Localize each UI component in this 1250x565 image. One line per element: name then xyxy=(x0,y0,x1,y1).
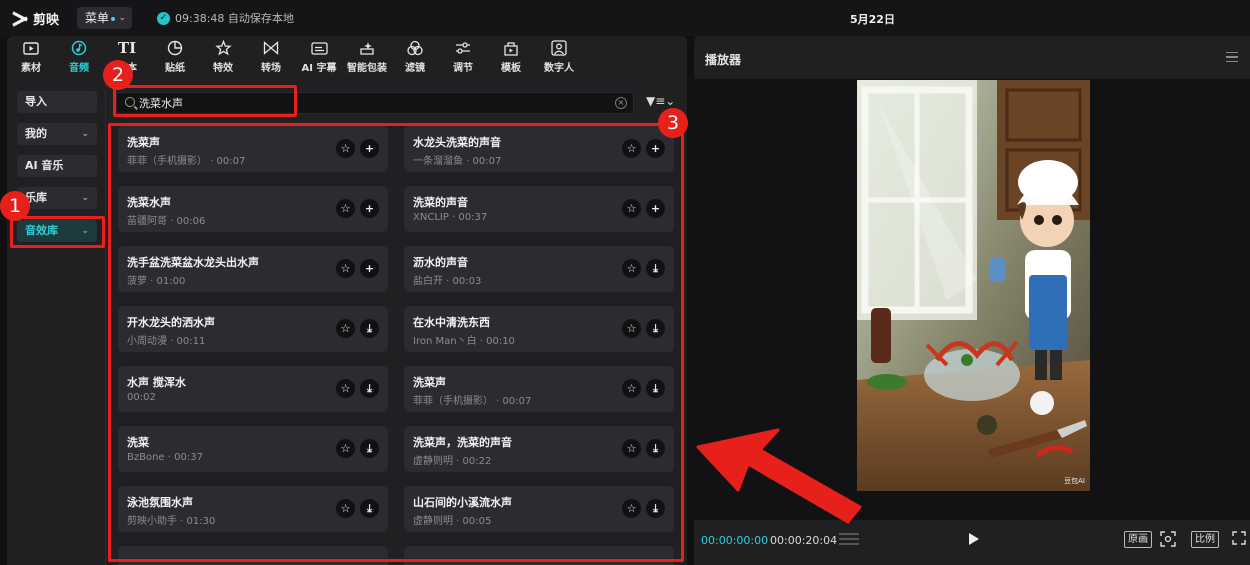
tab-label: 贴纸 xyxy=(165,63,185,74)
highlight-box-sound-library xyxy=(10,216,105,248)
sidebar-item-label: 导入 xyxy=(25,95,47,108)
menu-button[interactable]: 菜单 ⌄ xyxy=(77,7,132,29)
adjust-icon xyxy=(454,40,472,56)
sidebar-item-import[interactable]: 导入 xyxy=(17,91,97,113)
ai-subtitle-icon xyxy=(310,40,328,56)
clear-icon[interactable]: × xyxy=(615,97,627,109)
avatar-icon xyxy=(550,40,568,56)
tab-label: 音频 xyxy=(69,63,89,74)
tab-label: 特效 xyxy=(213,63,233,74)
filter-icon xyxy=(406,40,424,56)
tab-label: 滤镜 xyxy=(405,63,425,74)
hamburger-menu-icon[interactable] xyxy=(1226,52,1238,62)
tab-label: 转场 xyxy=(261,63,281,74)
highlight-box-results xyxy=(108,123,684,562)
app-logo: 剪映 xyxy=(12,9,59,28)
tab-label: 调节 xyxy=(453,63,473,74)
fullscreen-icon[interactable] xyxy=(1232,531,1248,547)
tab-label: 素材 xyxy=(21,63,41,74)
tab-transition[interactable]: 转场 xyxy=(247,36,295,78)
fullscreen-focus-icon[interactable] xyxy=(1160,531,1176,547)
effects-icon xyxy=(214,40,232,56)
sticker-icon xyxy=(166,40,184,56)
audio-icon xyxy=(70,40,88,56)
audio-sidebar: 导入 我的 ⌄ AI 音乐 乐库 ⌄ 音效库 ⌄ xyxy=(7,78,105,565)
watermark: 豆包AI xyxy=(1064,477,1085,485)
tab-effects[interactable]: 特效 xyxy=(199,36,247,78)
step-badge-2: 2 xyxy=(103,60,133,90)
chef-crayfish-image xyxy=(857,80,1090,491)
tab-adjust[interactable]: 调节 xyxy=(439,36,487,78)
total-time: 00:00:20:04 xyxy=(770,534,838,547)
tab-label: AI 字幕 xyxy=(301,63,337,74)
tab-label: 智能包装 xyxy=(347,63,387,74)
autosave-text: 09:38:48 自动保存本地 xyxy=(175,12,294,25)
tab-label: 数字人 xyxy=(544,63,574,74)
video-preview[interactable]: 豆包AI xyxy=(857,80,1090,491)
chevron-down-icon: ⌄ xyxy=(81,193,89,203)
autosave-status: ✓ 09:38:48 自动保存本地 xyxy=(157,10,294,26)
project-title[interactable]: 5月22日 xyxy=(850,11,895,27)
highlight-box-search xyxy=(113,85,297,117)
tab-audio[interactable]: 音频 xyxy=(55,36,103,78)
check-circle-icon: ✓ xyxy=(157,11,170,25)
chevron-down-icon: ⌄ xyxy=(118,13,126,23)
title-bar: 剪映 菜单 ⌄ ✓ 09:38:48 自动保存本地 5月22日 xyxy=(0,0,1250,36)
tab-template[interactable]: 模板 xyxy=(487,36,535,78)
original-quality-button[interactable]: 原画 xyxy=(1124,531,1152,548)
sidebar-item-mine[interactable]: 我的 ⌄ xyxy=(17,123,97,145)
tab-ai-subtitle[interactable]: AI 字幕 xyxy=(295,36,343,78)
capcut-logo-icon xyxy=(12,12,28,26)
chevron-down-icon: ⌄ xyxy=(81,129,89,139)
sort-icon: ▼≡⌄ xyxy=(646,94,676,108)
tab-smart-pack[interactable]: 智能包装 xyxy=(343,36,391,78)
template-icon xyxy=(502,40,520,56)
sort-filter-button[interactable]: ▼≡⌄ xyxy=(646,94,675,108)
tab-media[interactable]: 素材 xyxy=(7,36,55,78)
play-icon[interactable] xyxy=(969,533,979,545)
video-viewer: 豆包AI xyxy=(694,80,1250,520)
transition-icon xyxy=(262,40,280,56)
smart-pack-icon xyxy=(358,40,376,56)
notification-dot-icon xyxy=(111,16,116,21)
tab-sticker[interactable]: 贴纸 xyxy=(151,36,199,78)
sidebar-item-label: 我的 xyxy=(25,127,47,140)
app-name: 剪映 xyxy=(33,13,60,28)
sidebar-item-label: AI 音乐 xyxy=(25,159,64,172)
aspect-ratio-button[interactable]: 比例 xyxy=(1191,531,1219,548)
step-badge-1: 1 xyxy=(0,191,30,221)
tab-label: 模板 xyxy=(501,63,521,74)
player-panel: 播放器 豆包AI 00:00:00:00 00:00:20:04 原画 比例 xyxy=(694,36,1250,565)
media-icon xyxy=(22,40,40,56)
step-badge-3: 3 xyxy=(658,108,688,138)
player-title: 播放器 xyxy=(705,53,742,67)
current-time: 00:00:00:00 xyxy=(701,534,769,547)
tab-filter[interactable]: 滤镜 xyxy=(391,36,439,78)
timeline-view-icon[interactable] xyxy=(839,532,859,546)
menu-label: 菜单 xyxy=(85,11,110,25)
text-icon: TI xyxy=(117,39,137,57)
tab-digital-human[interactable]: 数字人 xyxy=(535,36,583,78)
sidebar-item-ai-music[interactable]: AI 音乐 xyxy=(17,155,97,177)
